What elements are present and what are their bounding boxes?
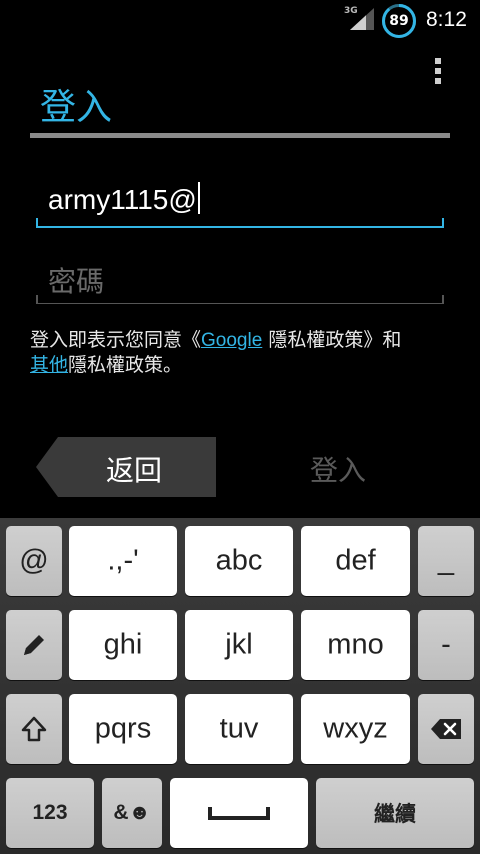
shift-arrow-icon <box>21 716 47 742</box>
back-label: 返回 <box>106 454 163 487</box>
text-cursor <box>197 182 200 214</box>
key-punctuation[interactable]: .,-' <box>69 526 177 596</box>
keyboard: @ .,-' abc def _ ghi jkl mno - pqrs tuv … <box>0 518 480 854</box>
space-bar-icon <box>208 807 270 820</box>
signin-label: 登入 <box>310 454 367 487</box>
email-field[interactable]: army1115@ <box>36 176 444 228</box>
key-at[interactable]: @ <box>6 526 62 596</box>
key-abc[interactable]: abc <box>185 526 293 596</box>
pencil-icon <box>24 635 44 655</box>
signin-button[interactable]: 登入 <box>290 437 390 497</box>
password-field[interactable]: 密碼 <box>36 252 444 304</box>
key-symbols-emoji[interactable]: &☻ <box>102 778 162 848</box>
clock: 8:12 <box>426 8 467 31</box>
back-button[interactable]: 返回 <box>36 437 216 497</box>
battery-percent: 89 <box>389 13 409 29</box>
page-title: 登入 <box>40 87 113 128</box>
email-value: army1115@ <box>48 182 200 216</box>
google-privacy-link[interactable]: Google <box>201 330 262 351</box>
overflow-menu-icon[interactable] <box>430 58 446 92</box>
other-privacy-link[interactable]: 其他 <box>30 355 68 376</box>
key-mno[interactable]: mno <box>301 610 410 680</box>
key-def[interactable]: def <box>301 526 410 596</box>
key-shift[interactable] <box>6 694 62 764</box>
password-placeholder: 密碼 <box>48 265 105 298</box>
key-backspace[interactable] <box>418 694 474 764</box>
privacy-notice: 登入即表示您同意《Google 隱私權政策》和 其他隱私權政策。 <box>30 329 402 376</box>
key-space[interactable] <box>170 778 308 848</box>
key-pqrs[interactable]: pqrs <box>69 694 177 764</box>
key-handwriting[interactable] <box>6 610 62 680</box>
key-underscore[interactable]: _ <box>418 526 474 596</box>
key-continue[interactable]: 繼續 <box>316 778 474 848</box>
key-jkl[interactable]: jkl <box>185 610 293 680</box>
backspace-icon <box>431 719 461 739</box>
key-wxyz[interactable]: wxyz <box>301 694 410 764</box>
header-divider <box>30 133 450 138</box>
key-tuv[interactable]: tuv <box>185 694 293 764</box>
key-ghi[interactable]: ghi <box>69 610 177 680</box>
key-hyphen[interactable]: - <box>418 610 474 680</box>
key-numbers[interactable]: 123 <box>6 778 94 848</box>
signal-strength-icon <box>350 8 374 30</box>
status-bar: 3G 89 8:12 <box>0 0 480 38</box>
